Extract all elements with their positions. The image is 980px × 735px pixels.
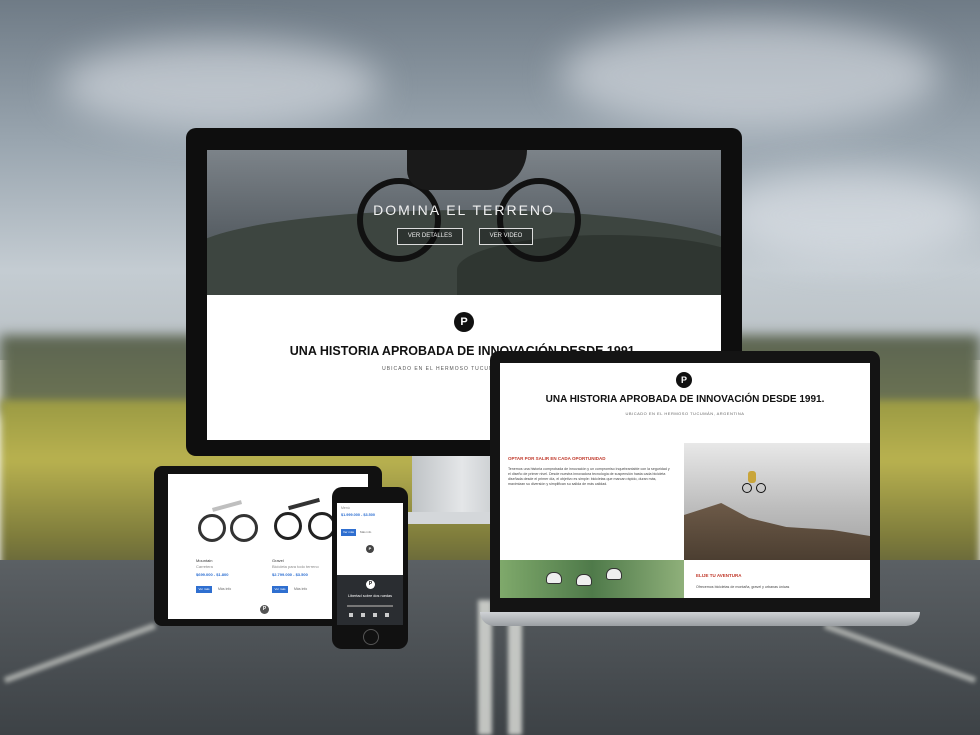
phone-tagline: Libertad sobre dos ruedas bbox=[347, 594, 393, 598]
bike-frame bbox=[211, 500, 243, 512]
cliff-shape bbox=[684, 503, 870, 560]
product-name: Gravel bbox=[272, 558, 284, 563]
cyclist-silhouette bbox=[407, 150, 527, 190]
phone-button[interactable]: Ver más bbox=[341, 529, 356, 536]
home-button[interactable] bbox=[363, 629, 379, 645]
laptop-screen: P UNA HISTORIA APROBADA DE INNOVACIÓN DE… bbox=[500, 363, 870, 598]
brand-logo-icon[interactable]: P bbox=[260, 605, 269, 614]
section-heading: UNA HISTORIA APROBADA DE INNOVACIÓN DESD… bbox=[545, 394, 825, 405]
cloud bbox=[720, 170, 980, 260]
phone-link[interactable]: Más info bbox=[360, 530, 371, 534]
social-icon[interactable] bbox=[385, 613, 389, 617]
bike-frame bbox=[288, 497, 320, 511]
helmet bbox=[546, 572, 562, 584]
product-link[interactable]: Más info bbox=[218, 587, 231, 591]
product-price: $2.799.000 - $3.500 bbox=[272, 572, 308, 577]
product-button[interactable]: Ver más bbox=[196, 586, 212, 593]
mountain-bike-jump-photo bbox=[684, 443, 870, 560]
brand-logo-icon[interactable]: P bbox=[676, 372, 692, 388]
helmet bbox=[576, 574, 592, 586]
rider-silhouette bbox=[748, 471, 756, 483]
hero-title: DOMINA EL TERRENO bbox=[373, 202, 555, 218]
cyclists-photo bbox=[500, 560, 684, 598]
view-details-button[interactable]: VER DETALLES bbox=[397, 228, 463, 245]
phone-price: $1.999.000 - $3.500 bbox=[341, 513, 375, 517]
smartphone: Menú $1.999.000 - $3.500 Ver más Más inf… bbox=[332, 487, 408, 649]
view-video-button[interactable]: VER VIDEO bbox=[479, 228, 533, 245]
section-title: OPTAR POR SALIR EN CADA OPORTUNIDAD bbox=[508, 456, 606, 461]
bike-wheel bbox=[756, 483, 766, 493]
product-tag: Bicicleta para todo terreno bbox=[272, 564, 319, 569]
bike-wheel bbox=[497, 178, 581, 262]
product-name: Mountain bbox=[196, 558, 213, 563]
laptop-base bbox=[480, 612, 920, 626]
brand-logo-icon[interactable]: P bbox=[366, 545, 374, 553]
section-body: Tenemos una historia comprobada de innov… bbox=[508, 467, 670, 486]
brand-logo-icon[interactable]: P bbox=[454, 312, 474, 332]
section-subheading: UBICADO EN EL HERMOSO TUCUMÁN, ARGENTINA bbox=[625, 411, 745, 416]
product-link[interactable]: Más info bbox=[294, 587, 307, 591]
section-body: Ofrecemos bicicletas de montaña, gravel … bbox=[696, 585, 790, 589]
bike-wheel bbox=[274, 512, 302, 540]
phone-dark-section: P Libertad sobre dos ruedas bbox=[337, 575, 403, 625]
bike-wheel bbox=[230, 514, 258, 542]
social-icon[interactable] bbox=[361, 613, 365, 617]
brand-logo-icon[interactable]: P bbox=[366, 580, 375, 589]
bike-wheel bbox=[198, 514, 226, 542]
social-icon[interactable] bbox=[373, 613, 377, 617]
laptop: P UNA HISTORIA APROBADA DE INNOVACIÓN DE… bbox=[490, 351, 880, 613]
product-price: $699.000 - $1.800 bbox=[196, 572, 229, 577]
cloud bbox=[560, 20, 940, 130]
bike-wheel bbox=[357, 178, 441, 262]
social-icon[interactable] bbox=[349, 613, 353, 617]
helmet bbox=[606, 568, 622, 580]
phone-nav[interactable]: Menú bbox=[341, 506, 350, 510]
divider bbox=[347, 605, 393, 607]
cloud bbox=[60, 40, 380, 130]
product-button[interactable]: Ver más bbox=[272, 586, 288, 593]
hero-banner: DOMINA EL TERRENO VER DETALLES VER VIDEO bbox=[207, 150, 721, 295]
product-tag: Carretera bbox=[196, 564, 213, 569]
bike-wheel bbox=[742, 483, 752, 493]
phone-screen: Menú $1.999.000 - $3.500 Ver más Más inf… bbox=[337, 503, 403, 625]
section-title: ELIJE TU AVENTURA bbox=[696, 573, 742, 578]
